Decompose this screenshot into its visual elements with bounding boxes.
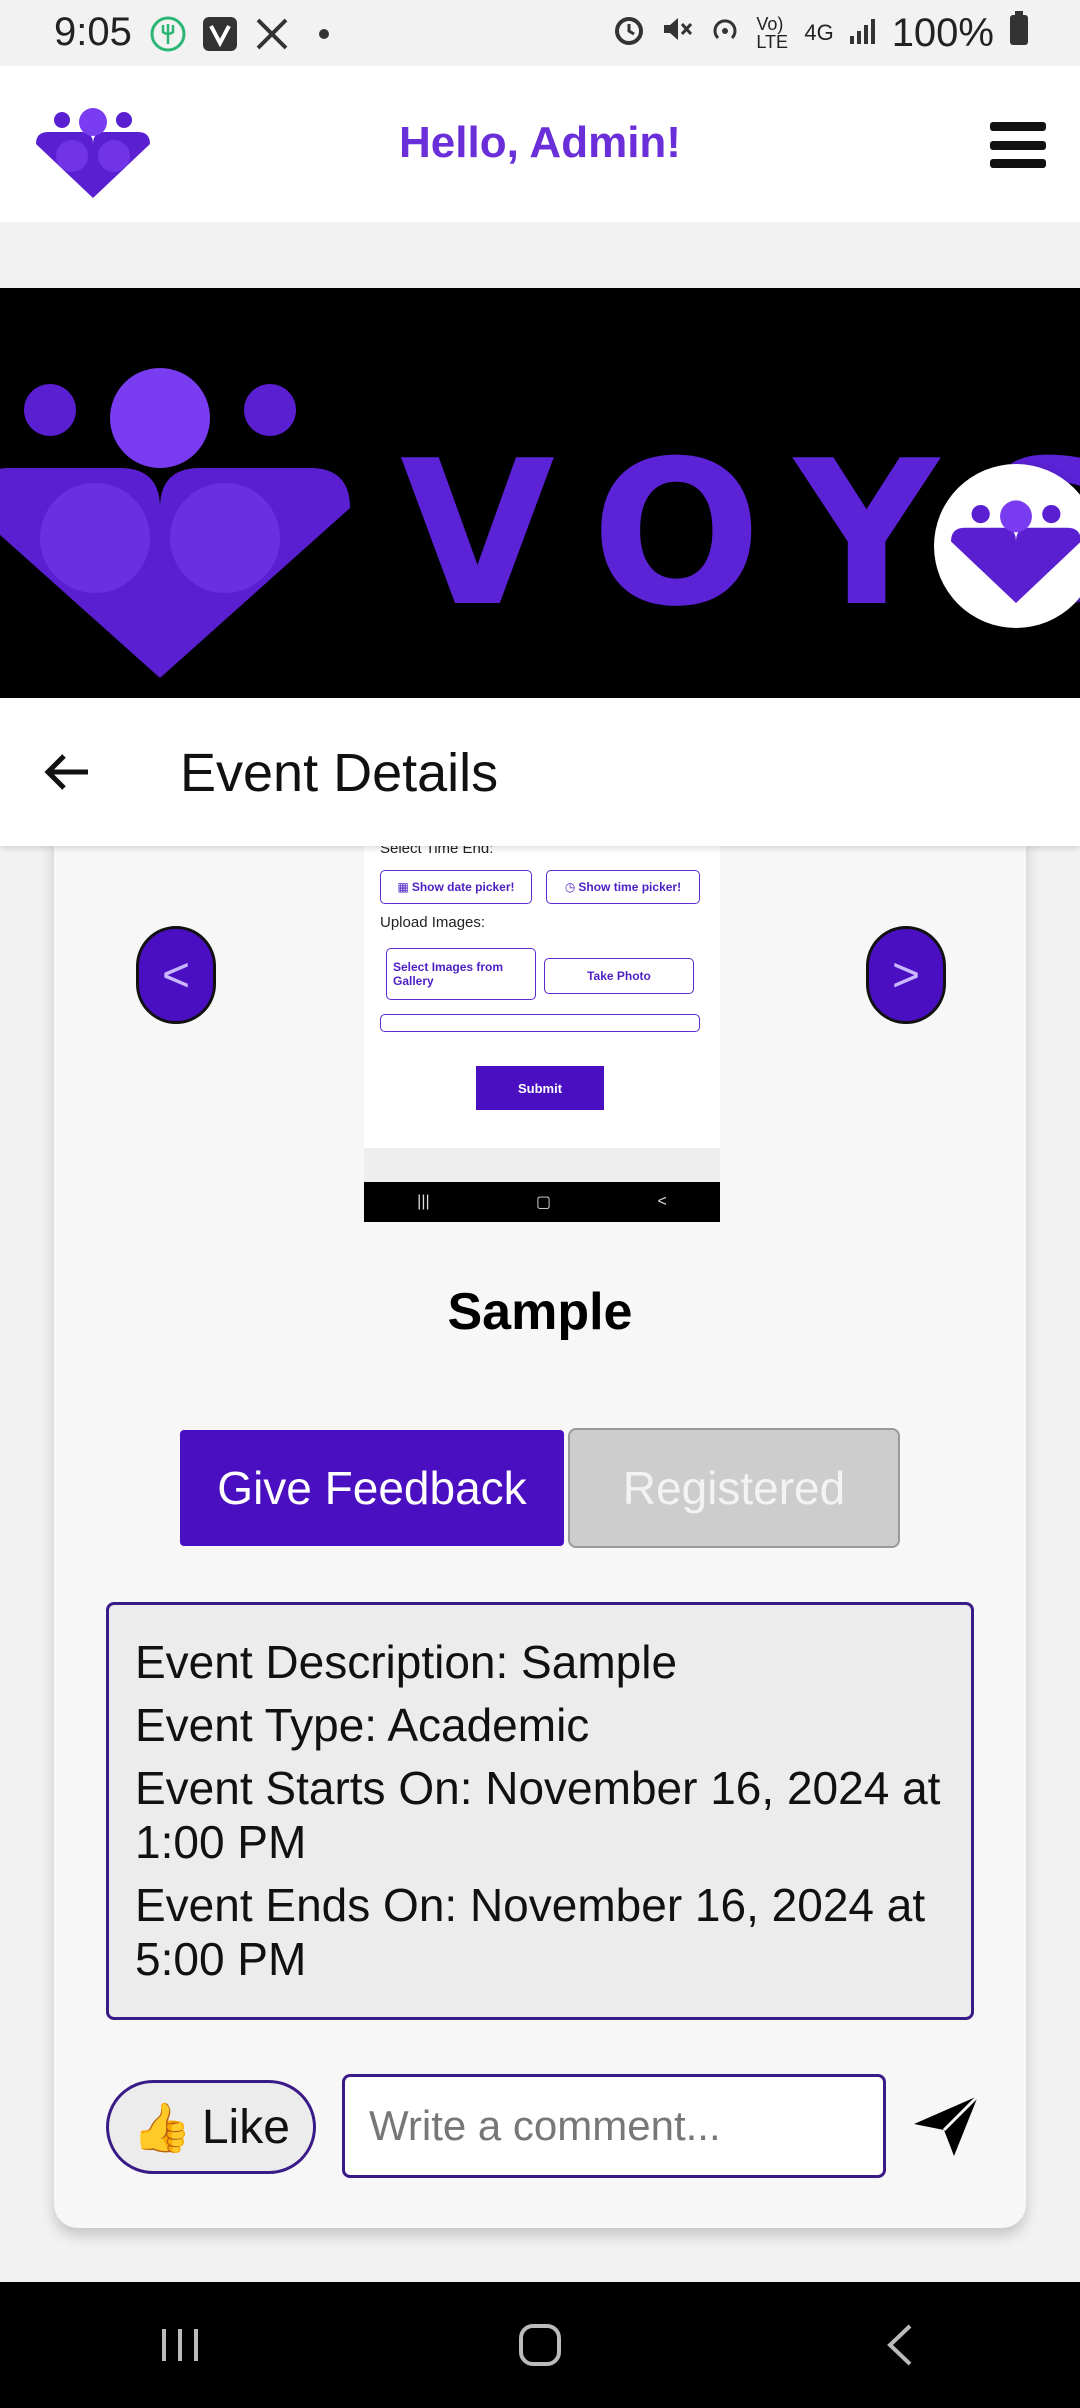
like-label: Like	[201, 2100, 290, 2154]
event-info-box: Event Description: Sample Event Type: Ac…	[106, 1602, 974, 2020]
system-status-icons: Vo) LTE 4G 100%	[612, 10, 1030, 56]
hamburger-menu-icon[interactable]	[990, 122, 1046, 168]
event-description: Event Description: Sample	[135, 1636, 678, 1688]
event-type: Event Type: Academic	[135, 1699, 590, 1751]
preview-submit: Submit	[476, 1066, 604, 1110]
preview-date-picker-label: Show date picker!	[411, 880, 515, 894]
preview-recents-icon: |||	[417, 1193, 430, 1210]
give-feedback-button[interactable]: Give Feedback	[180, 1430, 564, 1546]
preview-nav-bar: ||| ▢ <	[364, 1182, 720, 1222]
preview-time-picker: ◷ Show time picker!	[546, 870, 700, 904]
v-app-icon	[200, 14, 240, 54]
page-title: Event Details	[180, 743, 499, 803]
battery-icon	[1008, 10, 1030, 56]
hotspot-icon	[708, 11, 742, 56]
registered-button[interactable]: Registered	[568, 1428, 900, 1548]
network-type-label: 4G	[804, 20, 834, 45]
preview-time-picker-label: Show time picker!	[578, 880, 682, 894]
event-end: Event Ends On: November 16, 2024 at 5:00…	[135, 1879, 926, 1985]
page-header: Event Details	[0, 698, 1080, 846]
preview-progress-bar	[380, 1014, 700, 1032]
preview-calendar-icon: ▦	[397, 880, 409, 894]
preview-take-photo: Take Photo	[544, 958, 694, 994]
preview-upload-images: Upload Images:	[380, 914, 486, 931]
x-app-icon	[252, 14, 292, 54]
mute-icon	[660, 11, 694, 56]
voys-fab-icon	[951, 500, 1080, 603]
thumbs-up-icon: 👍	[132, 2101, 192, 2155]
system-nav-bar	[0, 2282, 1080, 2408]
signal-icon	[848, 11, 878, 56]
previous-image-button[interactable]: <	[136, 926, 216, 1024]
recent-apps-icon[interactable]	[150, 2315, 210, 2375]
preview-gray-strip	[364, 1148, 720, 1182]
event-start: Event Starts On: November 16, 2024 at 1:…	[135, 1762, 941, 1868]
battery-percent: 100%	[891, 10, 994, 55]
next-image-button[interactable]: >	[866, 926, 946, 1024]
app-header: Hello, Admin!	[0, 66, 1080, 222]
more-notifications-dot-icon	[304, 14, 344, 54]
preview-select-gallery: Select Images from Gallery	[386, 948, 536, 1000]
event-image: Select Time End: ▦ Show date picker! ◷ S…	[364, 840, 720, 1222]
preview-date-picker: ▦ Show date picker!	[380, 870, 532, 904]
back-icon[interactable]	[870, 2315, 930, 2375]
preview-back-icon: <	[657, 1193, 667, 1210]
banner-logo-icon	[0, 338, 350, 678]
like-button[interactable]: 👍 Like	[106, 2080, 316, 2174]
home-icon[interactable]	[510, 2315, 570, 2375]
status-time: 9:05	[54, 10, 132, 54]
volte-label: Vo) LTE	[756, 14, 789, 52]
comment-input[interactable]	[342, 2074, 886, 2178]
event-name: Sample	[447, 1283, 633, 1341]
brand-banner: VOYS	[0, 288, 1080, 698]
send-icon[interactable]	[910, 2090, 982, 2162]
event-card: Select Time End: ▦ Show date picker! ◷ S…	[54, 820, 1026, 2228]
preview-home-icon: ▢	[535, 1194, 552, 1211]
back-arrow-icon[interactable]	[40, 742, 100, 802]
greeting-text: Hello, Admin!	[399, 118, 681, 167]
status-bar: 9:05 Vo) LTE 4G 100%	[0, 0, 1080, 66]
alarm-icon	[612, 11, 646, 56]
notification-icons	[148, 14, 344, 54]
fork-app-icon	[148, 14, 188, 54]
preview-clock-icon: ◷	[564, 880, 576, 894]
